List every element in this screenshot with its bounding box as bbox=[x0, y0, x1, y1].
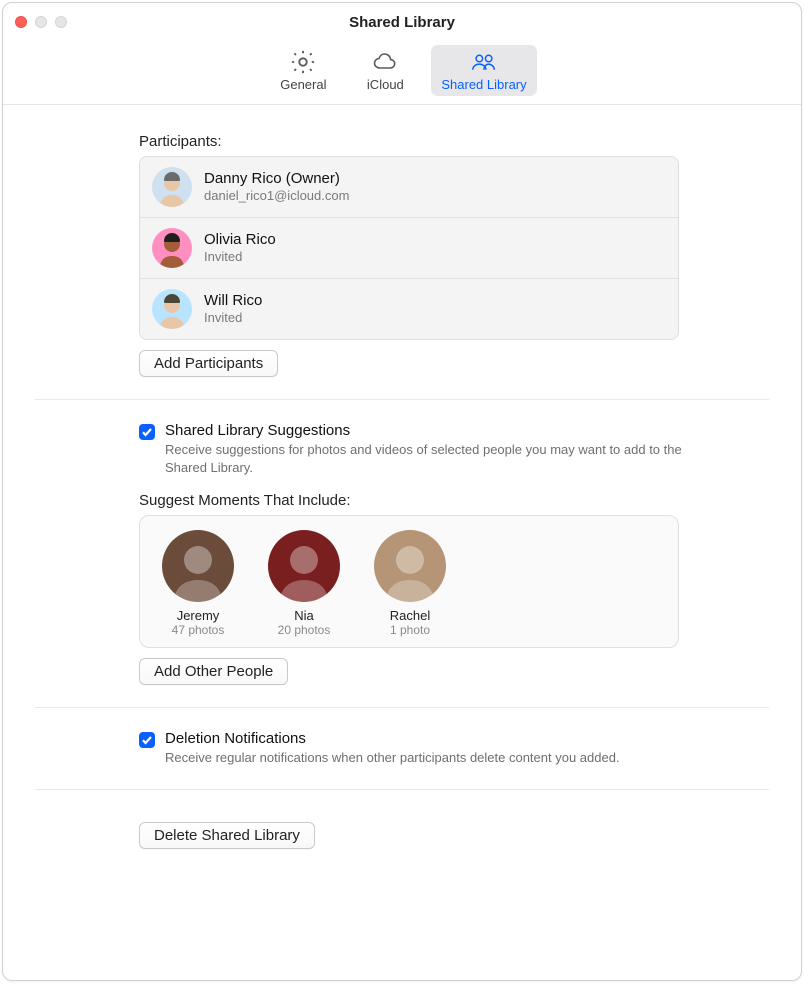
participant-name: Will Rico bbox=[204, 291, 262, 311]
divider bbox=[35, 707, 769, 708]
face-avatar bbox=[162, 530, 234, 602]
tab-icloud-label: iCloud bbox=[367, 77, 404, 92]
person-photo-count: 20 photos bbox=[278, 623, 331, 637]
delete-shared-library-button[interactable]: Delete Shared Library bbox=[139, 822, 315, 849]
tab-shared-library[interactable]: Shared Library bbox=[431, 45, 536, 96]
suggested-person[interactable]: Jeremy47 photos bbox=[156, 530, 240, 637]
tab-general[interactable]: General bbox=[267, 45, 339, 96]
suggested-person[interactable]: Nia20 photos bbox=[262, 530, 346, 637]
add-other-people-button[interactable]: Add Other People bbox=[139, 658, 288, 685]
tab-general-label: General bbox=[280, 77, 326, 92]
person-name: Nia bbox=[294, 608, 314, 623]
person-photo-count: 47 photos bbox=[172, 623, 225, 637]
add-participants-button[interactable]: Add Participants bbox=[139, 350, 278, 377]
titlebar: Shared Library bbox=[3, 3, 801, 41]
face-avatar bbox=[268, 530, 340, 602]
suggestions-checkbox-row: Shared Library Suggestions Receive sugge… bbox=[139, 422, 769, 476]
tab-icloud[interactable]: iCloud bbox=[349, 45, 421, 96]
content-area: Participants: Danny Rico (Owner)daniel_r… bbox=[3, 105, 801, 980]
participant-row[interactable]: Will RicoInvited bbox=[140, 278, 678, 339]
person-photo-count: 1 photo bbox=[390, 623, 430, 637]
tab-shared-library-label: Shared Library bbox=[441, 77, 526, 92]
suggestions-checkbox[interactable] bbox=[139, 424, 155, 440]
deletion-checkbox-row: Deletion Notifications Receive regular n… bbox=[139, 730, 769, 767]
settings-window: Shared Library General iCloud Shared Lib… bbox=[2, 2, 802, 981]
moments-label: Suggest Moments That Include: bbox=[139, 492, 769, 509]
avatar bbox=[152, 289, 192, 329]
gear-icon bbox=[289, 49, 317, 75]
participant-row[interactable]: Danny Rico (Owner)daniel_rico1@icloud.co… bbox=[140, 157, 678, 217]
face-avatar bbox=[374, 530, 446, 602]
suggested-person[interactable]: Rachel1 photo bbox=[368, 530, 452, 637]
participant-name: Danny Rico (Owner) bbox=[204, 169, 349, 189]
person-name: Rachel bbox=[390, 608, 430, 623]
divider bbox=[35, 789, 769, 790]
suggestions-desc: Receive suggestions for photos and video… bbox=[165, 441, 685, 476]
cloud-icon bbox=[371, 49, 399, 75]
participant-row[interactable]: Olivia RicoInvited bbox=[140, 217, 678, 278]
window-title: Shared Library bbox=[3, 14, 801, 31]
avatar bbox=[152, 167, 192, 207]
deletion-desc: Receive regular notifications when other… bbox=[165, 749, 620, 767]
suggestions-title: Shared Library Suggestions bbox=[165, 422, 685, 439]
deletion-title: Deletion Notifications bbox=[165, 730, 620, 747]
toolbar: General iCloud Shared Library bbox=[3, 41, 801, 105]
participant-sub: Invited bbox=[204, 249, 276, 266]
participant-name: Olivia Rico bbox=[204, 230, 276, 250]
participants-label: Participants: bbox=[139, 133, 769, 150]
person-name: Jeremy bbox=[177, 608, 220, 623]
divider bbox=[35, 399, 769, 400]
participants-list: Danny Rico (Owner)daniel_rico1@icloud.co… bbox=[139, 156, 679, 340]
participant-sub: daniel_rico1@icloud.com bbox=[204, 188, 349, 205]
suggested-people: Jeremy47 photos Nia20 photos Rachel1 photo bbox=[139, 515, 679, 648]
avatar bbox=[152, 228, 192, 268]
deletion-checkbox[interactable] bbox=[139, 732, 155, 748]
participant-sub: Invited bbox=[204, 310, 262, 327]
people-icon bbox=[470, 49, 498, 75]
